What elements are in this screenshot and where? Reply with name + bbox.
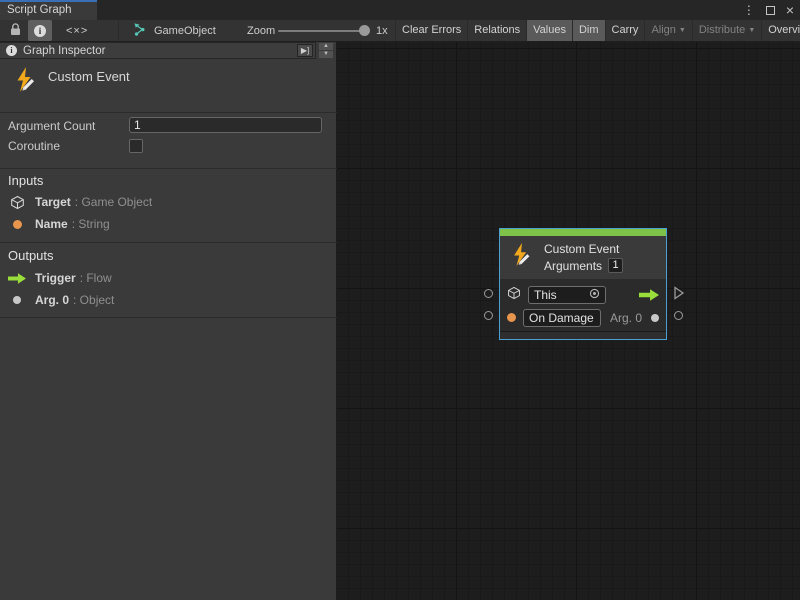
scroll-down-icon[interactable]: ▼ [319, 51, 333, 58]
maximize-icon[interactable] [766, 6, 775, 15]
zoom-slider-track[interactable] [278, 30, 364, 32]
port-label: Name: String [35, 217, 110, 231]
node-row-name: On Damage Arg. 0 [500, 306, 666, 329]
node-header[interactable]: Custom Event Arguments 1 [500, 236, 666, 279]
scroll-up-icon[interactable]: ▲ [319, 43, 333, 50]
string-port-icon [8, 220, 26, 229]
dock-panel-icon[interactable]: ▶] [297, 44, 313, 57]
overview-button[interactable]: Overview [761, 20, 800, 41]
lock-icon [10, 23, 21, 39]
inspector-node-title: Custom Event [48, 69, 130, 84]
string-port-icon [507, 313, 516, 322]
inspector-toggle-button[interactable]: i [28, 20, 52, 41]
flow-arrow-icon [8, 273, 26, 284]
coroutine-checkbox[interactable] [129, 139, 143, 153]
inspector-title: Graph Inspector [23, 45, 291, 57]
custom-event-icon [12, 66, 40, 97]
input-row-target: Target: Game Object [8, 194, 152, 210]
node-body: This On Damage Arg. 0 [500, 279, 666, 331]
outputs-header: Outputs [8, 248, 54, 263]
window-controls: ⋮ × [743, 0, 794, 20]
object-port-icon [651, 314, 659, 322]
align-dropdown[interactable]: Align ▼ [644, 20, 691, 41]
gameobject-context[interactable]: GameObject [133, 20, 216, 41]
custom-event-icon [509, 242, 535, 273]
info-icon: i [6, 45, 17, 56]
coroutine-label: Coroutine [8, 139, 60, 153]
zoom-slider-handle[interactable] [359, 25, 370, 36]
lock-button[interactable] [3, 20, 27, 41]
inspector-scroll-buttons: ▲ ▼ [319, 43, 333, 59]
graph-inspector-panel: i Graph Inspector ▶] ▲ ▼ Custom Event Ar… [0, 42, 337, 600]
values-button[interactable]: Values [526, 20, 572, 41]
output-row-trigger: Trigger: Flow [8, 270, 112, 286]
tab-script-graph[interactable]: Script Graph [0, 0, 97, 20]
close-icon[interactable]: × [786, 0, 794, 20]
target-input-port[interactable] [484, 289, 493, 298]
flow-arrow-icon [639, 289, 659, 301]
gameobject-graph-icon [133, 22, 148, 40]
name-input-port[interactable] [484, 311, 493, 320]
object-port-icon [8, 296, 26, 304]
cube-icon [8, 195, 26, 210]
port-label: Arg. 0: Object [35, 293, 114, 307]
unity-script-graph-window: { "window": { "tab_title": "Script Graph… [0, 0, 800, 600]
arg0-label: Arg. 0 [610, 311, 642, 325]
chevron-down-icon: ▼ [679, 20, 686, 41]
graph-canvas[interactable]: Custom Event Arguments 1 This [337, 42, 800, 600]
trigger-output-port[interactable] [673, 286, 685, 305]
node-event-color-bar [500, 229, 666, 236]
node-title: Custom Event [544, 242, 623, 256]
output-row-arg0: Arg. 0: Object [8, 292, 114, 308]
carry-button[interactable]: Carry [605, 20, 645, 41]
target-field[interactable]: This [528, 286, 606, 304]
separator [0, 168, 337, 169]
node-arguments-value[interactable]: 1 [608, 258, 623, 273]
inspector-title-bar: i Graph Inspector ▶] [0, 42, 316, 59]
input-row-name: Name: String [8, 216, 110, 232]
port-label: Target: Game Object [35, 195, 152, 209]
tab-title: Script Graph [7, 4, 72, 16]
zoom-label: Zoom [247, 20, 275, 41]
node-subtitle: Arguments 1 [544, 258, 623, 273]
dim-button[interactable]: Dim [572, 20, 605, 41]
port-label: Trigger: Flow [35, 271, 112, 285]
arg0-output[interactable]: Arg. 0 [610, 311, 659, 325]
clear-errors-button[interactable]: Clear Errors [395, 20, 467, 41]
argument-count-label: Argument Count [8, 119, 95, 133]
argument-count-input[interactable] [129, 117, 322, 133]
cube-icon [507, 286, 521, 303]
separator [0, 317, 337, 318]
custom-event-node[interactable]: Custom Event Arguments 1 This [499, 228, 667, 340]
gameobject-label: GameObject [154, 25, 216, 37]
toolbar-separator [118, 20, 119, 41]
chevron-down-icon: ▼ [748, 20, 755, 41]
graph-toolbar: i <×> GameObject Zoom 1x Clear Errors Re… [0, 20, 800, 42]
window-menu-icon[interactable]: ⋮ [743, 0, 755, 20]
arg0-output-port[interactable] [674, 311, 683, 320]
relations-button[interactable]: Relations [467, 20, 526, 41]
tab-bar: Script Graph ⋮ × [0, 0, 800, 20]
code-view-button[interactable]: <×> [66, 20, 88, 41]
inputs-header: Inputs [8, 173, 43, 188]
node-titles: Custom Event Arguments 1 [544, 242, 623, 273]
code-icon: <×> [66, 25, 88, 37]
event-name-field[interactable]: On Damage [523, 309, 601, 327]
object-picker-icon[interactable] [589, 288, 600, 302]
node-footer [500, 331, 666, 339]
separator [0, 112, 337, 113]
trigger-output[interactable] [639, 289, 659, 301]
separator [0, 242, 337, 243]
node-row-target: This [500, 283, 666, 306]
distribute-dropdown[interactable]: Distribute ▼ [692, 20, 761, 41]
info-icon: i [34, 25, 46, 37]
zoom-value: 1x [376, 20, 388, 41]
toolbar-button-group: Clear Errors Relations Values Dim Carry … [395, 20, 800, 41]
